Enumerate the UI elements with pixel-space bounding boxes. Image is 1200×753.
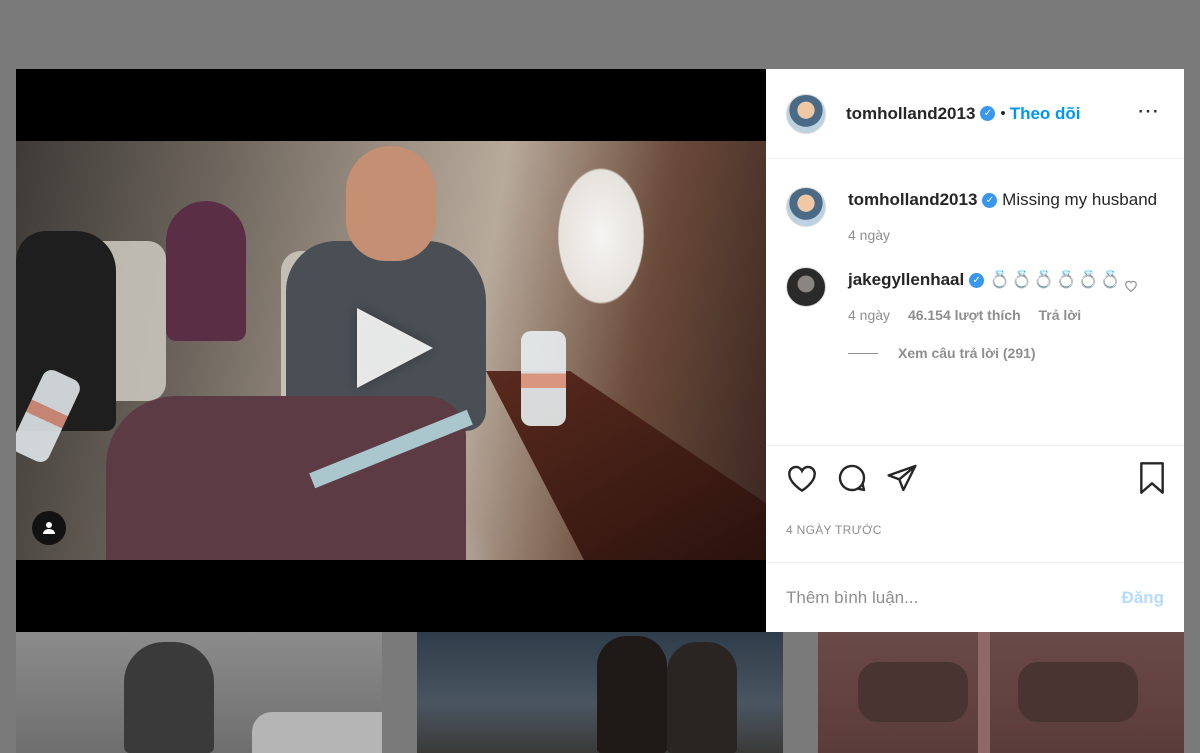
small-heart-icon[interactable] (1124, 279, 1138, 295)
post-header: tomholland2013 ✓ • Theo dõi ⋯ (766, 69, 1184, 159)
separator: • (1000, 105, 1006, 122)
action-bar (766, 445, 1184, 509)
thumbnail-car (252, 712, 382, 753)
video-scene (166, 201, 246, 341)
verified-icon: ✓ (980, 106, 996, 121)
post-timestamp[interactable]: 4 NGÀY TRƯỚC (766, 509, 1184, 563)
grid-thumbnail-2[interactable] (417, 632, 783, 753)
video-scene (346, 146, 436, 261)
grid-thumbnail-1[interactable] (16, 632, 382, 753)
video-player[interactable] (16, 69, 766, 632)
view-replies-button[interactable]: Xem câu trả lời (291) (848, 345, 1164, 361)
reply-button[interactable]: Trả lời (1039, 307, 1082, 323)
thumbnail-person (667, 642, 737, 753)
play-icon[interactable] (357, 308, 433, 388)
avatar[interactable] (786, 187, 826, 227)
bookmark-icon[interactable] (1138, 462, 1166, 499)
grid-thumbnail-3[interactable] (818, 632, 1184, 753)
add-comment-bar: Đăng (766, 562, 1184, 632)
more-icon[interactable]: ⋯ (1137, 100, 1160, 122)
like-icon[interactable] (786, 463, 818, 493)
follow-button[interactable]: Theo dõi (1010, 104, 1081, 124)
verified-icon: ✓ (969, 273, 985, 289)
thumbnail-figure (124, 642, 214, 753)
post-modal: tomholland2013 ✓ • Theo dõi ⋯ tomholland… (16, 69, 1184, 632)
comment-icon[interactable] (836, 462, 868, 494)
comment-time[interactable]: 4 ngày (848, 307, 890, 323)
list-item: jakegyllenhaal ✓ 💍💍💍💍💍💍 4 ngày 46.154 lượ… (786, 267, 1164, 323)
comments-list[interactable]: tomholland2013 ✓ Missing my husband 4 ngà… (766, 159, 1184, 445)
view-replies-label: Xem câu trả lời (291) (898, 345, 1036, 361)
user-tag-icon[interactable] (32, 511, 66, 545)
comment-text: 💍💍💍💍💍💍 (988, 270, 1122, 289)
comment-likes[interactable]: 46.154 lượt thích (908, 307, 1021, 323)
caption-time[interactable]: 4 ngày (848, 227, 890, 243)
post-comment-button[interactable]: Đăng (1122, 588, 1165, 608)
video-scene (106, 396, 466, 560)
post-side-panel: tomholland2013 ✓ • Theo dõi ⋯ tomholland… (766, 69, 1184, 632)
author-username[interactable]: tomholland2013 (846, 104, 975, 124)
caption-username[interactable]: tomholland2013 (848, 190, 977, 209)
thumbnail-divider (978, 632, 990, 753)
thumbnail-person (597, 636, 667, 753)
verified-icon: ✓ (982, 193, 998, 209)
thumbnail-shape (1018, 662, 1138, 722)
avatar[interactable] (786, 93, 826, 134)
caption-text: Missing my husband (1002, 190, 1158, 209)
avatar[interactable] (786, 267, 826, 307)
comment-input[interactable] (786, 587, 1122, 608)
comment-username[interactable]: jakegyllenhaal (848, 270, 964, 289)
thumbnail-shape (858, 662, 968, 722)
video-scene (521, 331, 566, 426)
share-icon[interactable] (886, 463, 918, 493)
divider (848, 352, 878, 354)
caption-comment: tomholland2013 ✓ Missing my husband 4 ngà… (786, 187, 1164, 243)
